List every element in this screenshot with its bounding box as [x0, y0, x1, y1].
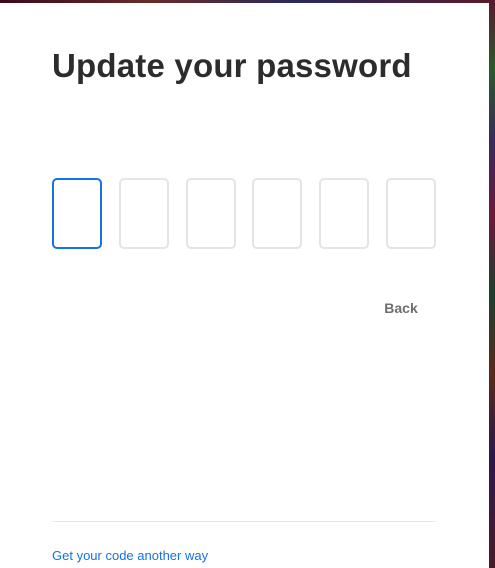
back-button[interactable]: Back: [372, 295, 430, 321]
get-code-another-way-link[interactable]: Get your code another way: [52, 548, 208, 563]
code-digit-1[interactable]: [52, 178, 102, 249]
code-digit-6[interactable]: [386, 178, 436, 249]
code-digit-5[interactable]: [319, 178, 369, 249]
code-digit-3[interactable]: [186, 178, 236, 249]
page-title: Update your password: [52, 47, 412, 84]
verification-code-inputs: [52, 178, 436, 249]
background-right-edge: [489, 0, 495, 568]
password-update-card: Update your password Back Get your code …: [0, 3, 489, 568]
divider: [52, 521, 436, 522]
code-digit-4[interactable]: [252, 178, 302, 249]
code-digit-2[interactable]: [119, 178, 169, 249]
